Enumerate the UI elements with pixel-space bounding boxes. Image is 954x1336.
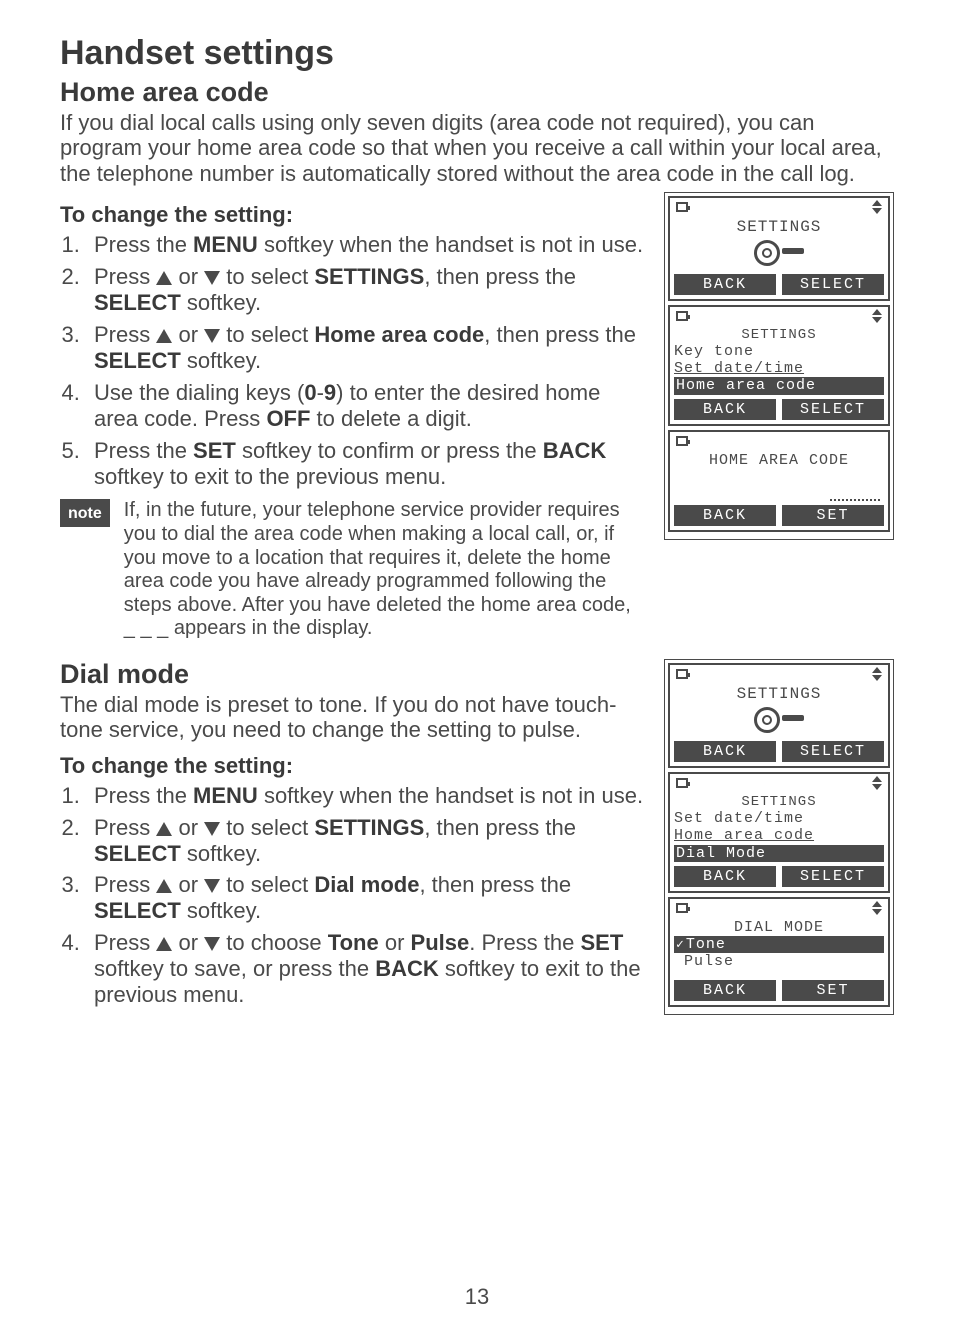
lcd-menu-row-highlighted: Dial Mode [674, 845, 884, 862]
down-arrow-icon [204, 879, 220, 893]
softkey-back: BACK [674, 399, 776, 420]
lcd-menu-row-highlighted: ✓Tone [674, 936, 884, 953]
subheading-change-setting-2: To change the setting: [60, 753, 644, 779]
scroll-arrows-icon [872, 901, 882, 915]
lcd-home-area-code-entry: HOME AREA CODE BACK SET [668, 430, 890, 532]
softkey-select: SELECT [782, 741, 884, 762]
battery-icon [676, 778, 688, 788]
scroll-arrows-icon [872, 309, 882, 323]
lcd-settings-main: SETTINGS BACK SELECT [668, 196, 890, 301]
step: Press or to select SETTINGS, then press … [86, 815, 644, 867]
up-arrow-icon [156, 271, 172, 285]
battery-icon [676, 903, 688, 913]
subheading-change-setting-1: To change the setting: [60, 202, 644, 228]
softkey-select: SELECT [782, 274, 884, 295]
lcd-title: SETTINGS [674, 327, 884, 343]
step: Press or to select Dial mode, then press… [86, 872, 644, 924]
up-arrow-icon [156, 822, 172, 836]
note-text: If, in the future, your telephone servic… [124, 499, 644, 641]
settings-gear-icon [754, 705, 804, 735]
lcd-title: DIAL MODE [674, 919, 884, 936]
note-badge: note [60, 499, 110, 527]
lcd-settings-list: SETTINGS Set date/time Home area code Di… [668, 772, 890, 893]
lcd-title: SETTINGS [674, 685, 884, 703]
lcd-settings-list: SETTINGS Key tone Set date/time Home are… [668, 305, 890, 426]
down-arrow-icon [204, 271, 220, 285]
lcd-menu-row: Pulse [674, 953, 884, 970]
up-arrow-icon [156, 937, 172, 951]
lcd-title: SETTINGS [674, 218, 884, 236]
step: Press the MENU softkey when the handset … [86, 783, 644, 809]
softkey-back: BACK [674, 980, 776, 1001]
section-heading-home-area-code: Home area code [60, 77, 894, 108]
note-block: note If, in the future, your telephone s… [60, 499, 644, 641]
battery-icon [676, 202, 688, 212]
step: Press the MENU softkey when the handset … [86, 232, 644, 258]
down-arrow-icon [204, 937, 220, 951]
softkey-set: SET [782, 980, 884, 1001]
check-icon: ✓ [676, 937, 685, 952]
page-number: 13 [0, 1284, 954, 1310]
page-title: Handset settings [60, 34, 894, 73]
steps-list-2: Press the MENU softkey when the handset … [60, 783, 644, 1009]
softkey-set: SET [782, 505, 884, 526]
section-heading-dial-mode: Dial mode [60, 659, 644, 690]
down-arrow-icon [204, 822, 220, 836]
battery-icon [676, 669, 688, 679]
lcd-menu-row: Set date/time [674, 360, 884, 377]
scroll-arrows-icon [872, 667, 882, 681]
softkey-back: BACK [674, 274, 776, 295]
steps-list-1: Press the MENU softkey when the handset … [60, 232, 644, 490]
battery-icon [676, 436, 688, 446]
step: Press or to select SETTINGS, then press … [86, 264, 644, 316]
lcd-menu-row: Set date/time [674, 810, 884, 827]
lcd-title: SETTINGS [674, 794, 884, 810]
lcd-stack-home-area-code: SETTINGS BACK SELECT SETTINGS Key tone Se… [664, 192, 894, 540]
up-arrow-icon [156, 329, 172, 343]
intro-dial-mode: The dial mode is preset to tone. If you … [60, 692, 644, 743]
settings-gear-icon [754, 238, 804, 268]
softkey-back: BACK [674, 505, 776, 526]
step: Press or to choose Tone or Pulse. Press … [86, 930, 644, 1008]
softkey-select: SELECT [782, 399, 884, 420]
lcd-title: HOME AREA CODE [674, 452, 884, 469]
softkey-back: BACK [674, 866, 776, 887]
lcd-input-line [830, 487, 880, 501]
step: Press the SET softkey to confirm or pres… [86, 438, 644, 490]
scroll-arrows-icon [872, 776, 882, 790]
softkey-select: SELECT [782, 866, 884, 887]
lcd-menu-row-highlighted: Home area code [674, 377, 884, 394]
lcd-settings-main: SETTINGS BACK SELECT [668, 663, 890, 768]
lcd-menu-row: Home area code [674, 827, 884, 844]
battery-icon [676, 311, 688, 321]
step: Press or to select Home area code, then … [86, 322, 644, 374]
lcd-menu-row: Key tone [674, 343, 884, 360]
scroll-arrows-icon [872, 200, 882, 214]
down-arrow-icon [204, 329, 220, 343]
softkey-back: BACK [674, 741, 776, 762]
lcd-stack-dial-mode: SETTINGS BACK SELECT SETTINGS Set date/ti… [664, 659, 894, 1015]
lcd-dial-mode-entry: DIAL MODE ✓Tone Pulse BACK SET [668, 897, 890, 1008]
up-arrow-icon [156, 879, 172, 893]
step: Use the dialing keys (0-9) to enter the … [86, 380, 644, 432]
intro-home-area-code: If you dial local calls using only seven… [60, 110, 894, 186]
